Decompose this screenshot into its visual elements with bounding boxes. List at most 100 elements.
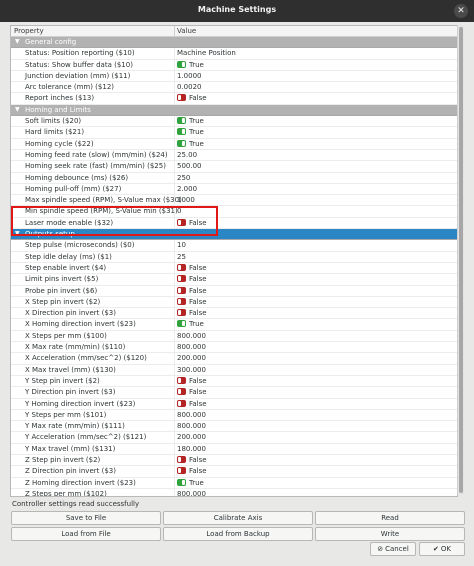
table-row[interactable]: Y Max rate (mm/min) ($111) 800.000: [11, 421, 457, 433]
table-row[interactable]: X Max travel (mm) ($130) 300.000: [11, 364, 457, 376]
ok-button[interactable]: ✔ OK: [419, 542, 465, 556]
table-row[interactable]: Homing feed rate (slow) (mm/min) ($24) 25…: [11, 149, 457, 162]
table-row[interactable]: X Direction pin invert ($3) False: [11, 308, 457, 320]
toggle-off-icon[interactable]: [177, 297, 186, 305]
vertical-scrollbar[interactable]: [457, 25, 464, 495]
property-value[interactable]: 0.0020: [177, 83, 202, 91]
table-row[interactable]: X Acceleration (mm/sec^2) ($120) 200.000: [11, 353, 457, 365]
toggle-off-icon[interactable]: [177, 399, 186, 407]
collapse-triangle-icon[interactable]: ▼: [15, 106, 20, 113]
property-value[interactable]: 25: [177, 253, 186, 261]
table-row[interactable]: Z Steps per mm ($102) 800.000: [11, 488, 457, 496]
table-row[interactable]: Soft limits ($20) True: [11, 116, 457, 128]
toggle-off-icon[interactable]: [177, 455, 186, 463]
property-value[interactable]: False: [177, 455, 207, 464]
table-row[interactable]: Homing seek rate (fast) (mm/min) ($25) 50…: [11, 161, 457, 173]
header-value[interactable]: Value: [177, 27, 196, 35]
read-button[interactable]: Read: [315, 511, 465, 525]
toggle-off-icon[interactable]: [177, 388, 186, 396]
property-value[interactable]: False: [177, 309, 207, 317]
property-value[interactable]: 250: [177, 174, 190, 182]
property-value[interactable]: True: [177, 139, 204, 148]
property-value[interactable]: False: [177, 467, 207, 475]
table-row[interactable]: X Step pin invert ($2) False: [11, 296, 457, 309]
table-row[interactable]: Y Max travel (mm) ($131) 180.000: [11, 443, 457, 455]
table-row[interactable]: Z Step pin invert ($2) False: [11, 454, 457, 467]
save-to-file-button[interactable]: Save to File: [11, 511, 161, 525]
property-value[interactable]: 10: [177, 241, 186, 249]
toggle-on-icon[interactable]: [177, 478, 186, 486]
toggle-on-icon[interactable]: [177, 139, 186, 147]
property-value[interactable]: 500.00: [177, 162, 202, 170]
toggle-on-icon[interactable]: [177, 117, 186, 125]
calibrate-axis-button[interactable]: Calibrate Axis: [163, 511, 313, 525]
load-from-file-button[interactable]: Load from File: [11, 527, 161, 541]
table-row[interactable]: Homing debounce (ms) ($26) 250: [11, 172, 457, 184]
table-row[interactable]: Y Direction pin invert ($3) False: [11, 387, 457, 399]
table-row[interactable]: Limit pins invert ($5) False: [11, 274, 457, 286]
table-row[interactable]: Status: Position reporting ($10) Machine …: [11, 48, 457, 60]
table-row[interactable]: Arc tolerance (mm) ($12) 0.0020: [11, 82, 457, 94]
table-row[interactable]: Status: Show buffer data ($10) True: [11, 59, 457, 71]
toggle-off-icon[interactable]: [177, 263, 186, 271]
property-value[interactable]: True: [177, 320, 204, 328]
table-row[interactable]: Step idle delay (ms) ($1) 25: [11, 251, 457, 263]
toggle-off-icon[interactable]: [177, 376, 186, 384]
table-row[interactable]: Junction deviation (mm) ($11) 1.0000: [11, 70, 457, 83]
property-value[interactable]: 25.00: [177, 151, 197, 159]
table-row[interactable]: Y Step pin invert ($2) False: [11, 375, 457, 388]
toggle-on-icon[interactable]: [177, 60, 186, 68]
toggle-off-icon[interactable]: [177, 275, 186, 283]
property-value[interactable]: 1000: [177, 196, 195, 204]
table-row[interactable]: Z Homing direction invert ($23) True: [11, 477, 457, 489]
table-row[interactable]: Hard limits ($21) True: [11, 127, 457, 139]
property-value[interactable]: False: [177, 399, 207, 408]
property-value[interactable]: 800.000: [177, 422, 206, 430]
table-row[interactable]: Laser mode enable ($32) False: [11, 217, 457, 230]
property-value[interactable]: False: [177, 218, 207, 227]
property-value[interactable]: 800.000: [177, 332, 206, 340]
settings-table[interactable]: Property Value ▼ General config Status: Po…: [10, 25, 458, 497]
table-row[interactable]: X Max rate (mm/min) ($110) 800.000: [11, 342, 457, 354]
property-value[interactable]: 300.000: [177, 366, 206, 374]
table-row[interactable]: X Steps per mm ($100) 800.000: [11, 330, 457, 343]
toggle-off-icon[interactable]: [177, 94, 186, 102]
table-row[interactable]: Max spindle speed (RPM), S-Value max ($3…: [11, 195, 457, 207]
toggle-off-icon[interactable]: [177, 309, 186, 317]
property-value[interactable]: 200.000: [177, 354, 206, 362]
table-row[interactable]: Y Steps per mm ($101) 800.000: [11, 409, 457, 422]
table-row[interactable]: Homing cycle ($22) True: [11, 138, 457, 150]
property-value[interactable]: 1.0000: [177, 72, 202, 80]
property-value[interactable]: 800.000: [177, 490, 206, 496]
property-value[interactable]: True: [177, 128, 204, 136]
table-row[interactable]: X Homing direction invert ($23) True: [11, 319, 457, 331]
write-button[interactable]: Write: [315, 527, 465, 541]
table-row[interactable]: Step enable invert ($4) False: [11, 262, 457, 275]
property-value[interactable]: False: [177, 376, 207, 385]
property-value[interactable]: Machine Position: [177, 49, 236, 57]
group-header-row[interactable]: ▼ General config: [11, 37, 457, 49]
property-value[interactable]: False: [177, 297, 207, 306]
property-value[interactable]: 200.000: [177, 433, 206, 441]
toggle-off-icon[interactable]: [177, 286, 186, 294]
toggle-off-icon[interactable]: [177, 467, 186, 475]
toggle-on-icon[interactable]: [177, 128, 186, 136]
table-row[interactable]: Probe pin invert ($6) False: [11, 285, 457, 297]
property-value[interactable]: 0: [177, 207, 181, 215]
property-value[interactable]: False: [177, 388, 207, 396]
group-header-row[interactable]: ▼ Outputs setup: [11, 229, 457, 241]
property-value[interactable]: False: [177, 94, 207, 102]
collapse-triangle-icon[interactable]: ▼: [15, 230, 20, 237]
group-header-row[interactable]: ▼ Homing and Limits: [11, 104, 457, 117]
collapse-triangle-icon[interactable]: ▼: [15, 38, 20, 45]
header-property[interactable]: Property: [14, 27, 44, 35]
table-row[interactable]: Min spindle speed (RPM), S-Value min ($3…: [11, 206, 457, 218]
table-row[interactable]: Y Homing direction invert ($23) False: [11, 398, 457, 410]
close-icon[interactable]: ✕: [454, 4, 468, 18]
table-row[interactable]: Report inches ($13) False: [11, 93, 457, 105]
scrollbar-thumb[interactable]: [459, 27, 463, 493]
toggle-off-icon[interactable]: [177, 218, 186, 226]
property-value[interactable]: 2.000: [177, 185, 197, 193]
table-row[interactable]: Homing pull-off (mm) ($27) 2.000: [11, 183, 457, 196]
property-value[interactable]: True: [177, 117, 204, 125]
